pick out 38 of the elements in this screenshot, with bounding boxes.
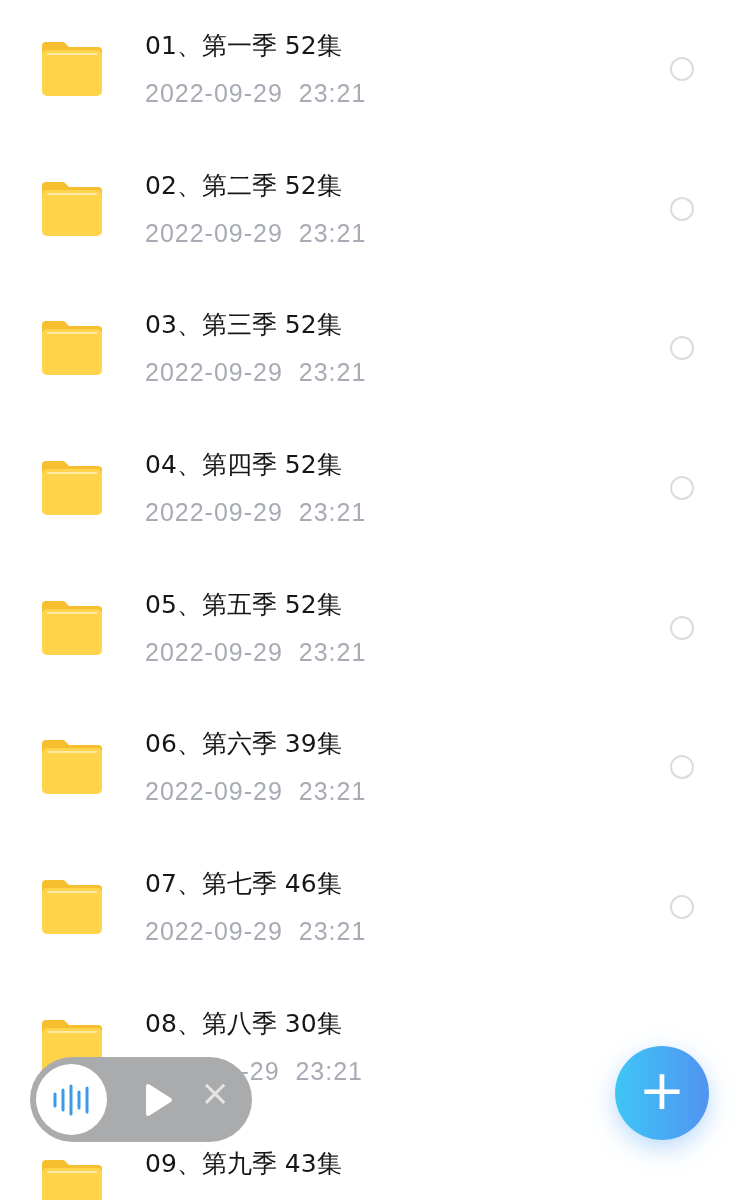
- folder-name: 03、第三季 52集: [145, 309, 342, 342]
- select-radio[interactable]: [670, 755, 694, 780]
- folder-icon: [42, 321, 102, 376]
- modified-date: 2022-09-29 23:21: [145, 217, 363, 248]
- play-icon: [145, 1083, 173, 1117]
- modified-date: 2022-09-29 23:21: [145, 636, 363, 667]
- folder-icon: [42, 740, 102, 795]
- modified-date: 2022-09-29 23:21: [145, 916, 363, 947]
- folder-icon: [42, 600, 102, 655]
- add-button[interactable]: +: [615, 1046, 709, 1140]
- play-button[interactable]: [143, 1083, 175, 1117]
- close-button[interactable]: ×: [200, 1075, 231, 1111]
- folder-icon: [42, 42, 102, 96]
- folder-name: 09、第九季 43集: [145, 1147, 342, 1180]
- folder-name: 07、第七季 46集: [145, 868, 342, 901]
- select-radio[interactable]: [670, 196, 694, 221]
- folder-icon: [42, 880, 102, 935]
- sound-wave-icon: [51, 1083, 92, 1116]
- folder-name: 08、第八季 30集: [145, 1007, 342, 1040]
- folder-name: 06、第六季 39集: [145, 728, 342, 761]
- select-radio[interactable]: [670, 476, 694, 501]
- folder-icon: [42, 461, 102, 516]
- folder-name: 01、第一季 52集: [145, 30, 342, 62]
- modified-date: 2022-09-29 23:21: [145, 78, 363, 108]
- folder-name: 05、第五季 52集: [145, 588, 342, 621]
- folder-name: 04、第四季 52集: [145, 449, 342, 482]
- select-radio[interactable]: [670, 615, 694, 640]
- folder-icon: [42, 181, 102, 236]
- modified-date: -29 23:21: [239, 1055, 363, 1086]
- select-radio[interactable]: [670, 57, 694, 81]
- select-radio[interactable]: [670, 336, 694, 361]
- folder-name: 02、第二季 52集: [145, 169, 342, 202]
- folder-icon: [42, 1159, 102, 1200]
- modified-date: 2022-09-29 23:21: [145, 776, 363, 807]
- modified-date: 2022-09-29 23:21: [145, 497, 363, 528]
- select-radio[interactable]: [670, 895, 694, 920]
- modified-date: 2022-09-29 23:21: [145, 357, 363, 388]
- voice-button[interactable]: [36, 1064, 107, 1135]
